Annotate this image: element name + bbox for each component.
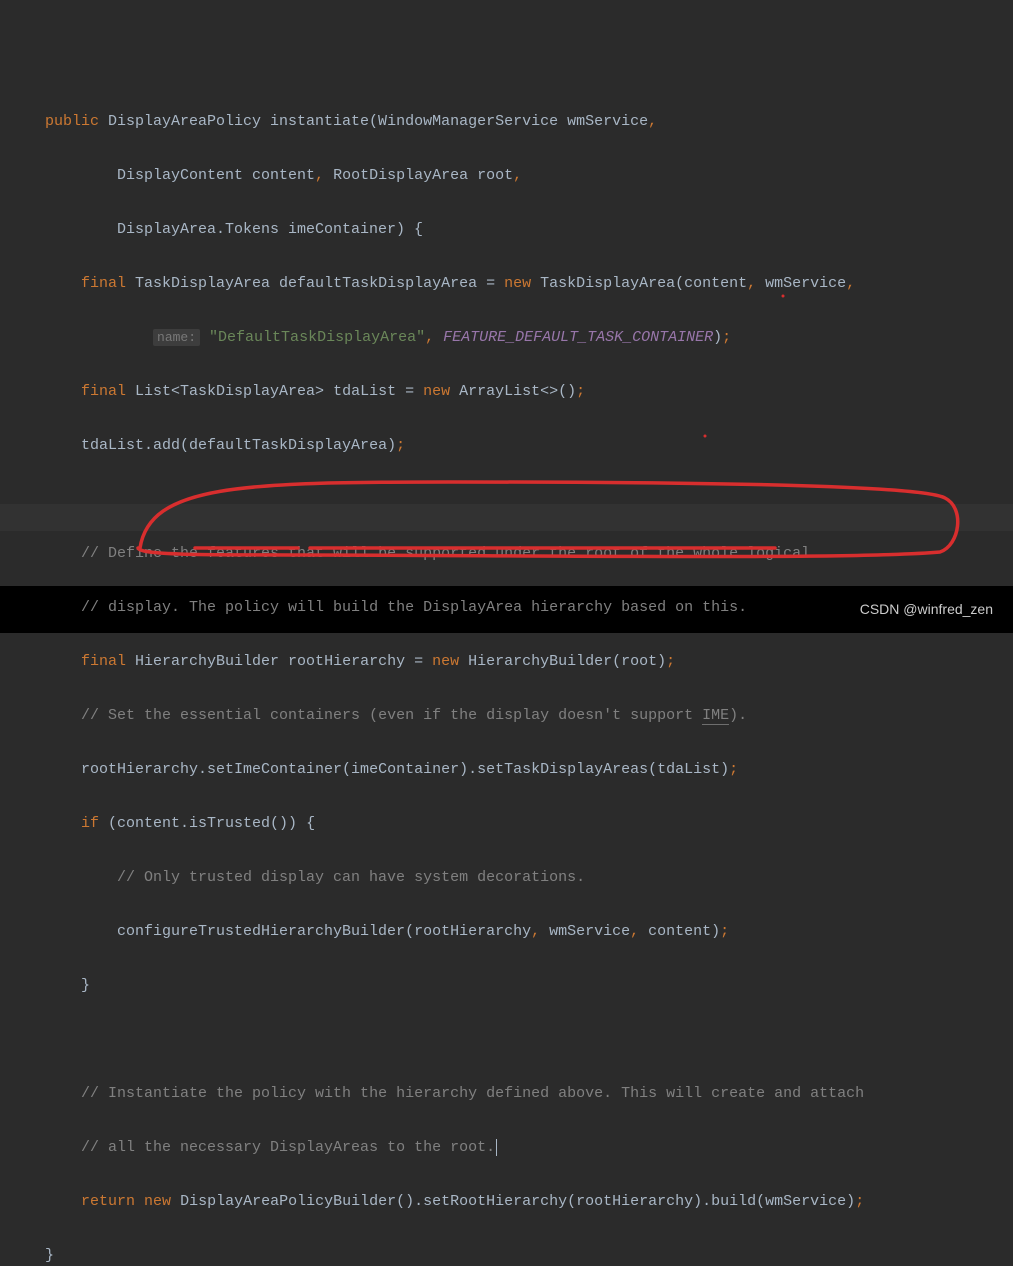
code-text: tdaList.add(defaultTaskDisplayArea)	[81, 437, 396, 454]
code-line: // Define the features that will be supp…	[45, 540, 1013, 567]
keyword: if	[81, 815, 99, 832]
punct: ;	[576, 383, 585, 400]
code-text: RootDisplayArea root	[324, 167, 513, 184]
code-text: TaskDisplayArea(content	[531, 275, 747, 292]
keyword: new	[144, 1193, 171, 1210]
punct: ;	[855, 1193, 864, 1210]
code-text: List<TaskDisplayArea> tdaList =	[126, 383, 423, 400]
keyword: final	[81, 275, 126, 292]
code-line: public DisplayAreaPolicy instantiate(Win…	[45, 108, 1013, 135]
punct: ;	[729, 761, 738, 778]
code-line: final List<TaskDisplayArea> tdaList = ne…	[45, 378, 1013, 405]
keyword: final	[81, 383, 126, 400]
code-line: return new DisplayAreaPolicyBuilder().se…	[45, 1188, 1013, 1215]
punct: )	[713, 329, 722, 346]
code-text: DisplayContent content	[45, 167, 315, 184]
punct: ,	[747, 275, 756, 292]
code-line: // Only trusted display can have system …	[45, 864, 1013, 891]
punct: ,	[846, 275, 855, 292]
code-line: name: "DefaultTaskDisplayArea", FEATURE_…	[45, 324, 1013, 351]
code-text: DisplayAreaPolicyBuilder().setRootHierar…	[171, 1193, 855, 1210]
code-line: }	[45, 1242, 1013, 1266]
punct: ,	[630, 923, 639, 940]
code-text: DisplayAreaPolicy instantiate(WindowMana…	[99, 113, 648, 130]
code-text: }	[45, 1247, 54, 1264]
code-text: configureTrustedHierarchyBuilder(rootHie…	[117, 923, 531, 940]
code-text: content)	[639, 923, 720, 940]
code-text	[135, 1193, 144, 1210]
keyword: public	[45, 113, 99, 130]
code-line: }	[45, 972, 1013, 999]
code-line: configureTrustedHierarchyBuilder(rootHie…	[45, 918, 1013, 945]
code-line: // Set the essential containers (even if…	[45, 702, 1013, 729]
comment-text: IME	[702, 707, 729, 725]
code-line: // all the necessary DisplayAreas to the…	[45, 1134, 1013, 1161]
code-text: HierarchyBuilder rootHierarchy =	[126, 653, 432, 670]
code-line: DisplayArea.Tokens imeContainer) {	[45, 216, 1013, 243]
punct: ;	[666, 653, 675, 670]
code-text: wmService	[756, 275, 846, 292]
code-text: HierarchyBuilder(root)	[459, 653, 666, 670]
code-text: (content.isTrusted()) {	[99, 815, 315, 832]
comment: // Instantiate the policy with the hiera…	[81, 1085, 864, 1102]
punct: ;	[722, 329, 731, 346]
code-editor[interactable]: public DisplayAreaPolicy instantiate(Win…	[0, 0, 1013, 1266]
punct: ;	[720, 923, 729, 940]
code-text: TaskDisplayArea defaultTaskDisplayArea =	[126, 275, 504, 292]
comment: // display. The policy will build the Di…	[81, 599, 747, 616]
comment: // Define the features that will be supp…	[81, 545, 810, 562]
keyword: new	[432, 653, 459, 670]
text-cursor	[496, 1139, 497, 1156]
punct: ,	[648, 113, 657, 130]
punct: ,	[513, 167, 522, 184]
code-text: ArrayList<>()	[450, 383, 576, 400]
keyword: return	[81, 1193, 135, 1210]
code-line: final HierarchyBuilder rootHierarchy = n…	[45, 648, 1013, 675]
comment-text: ).	[729, 707, 747, 724]
code-line: final TaskDisplayArea defaultTaskDisplay…	[45, 270, 1013, 297]
parameter-hint: name:	[153, 329, 200, 346]
code-line: if (content.isTrusted()) {	[45, 810, 1013, 837]
code-line	[45, 486, 1013, 513]
comment: // all the necessary DisplayAreas to the…	[81, 1139, 495, 1156]
code-text: wmService	[540, 923, 630, 940]
punct: ,	[315, 167, 324, 184]
code-content: public DisplayAreaPolicy instantiate(Win…	[45, 81, 1013, 1266]
constant: FEATURE_DEFAULT_TASK_CONTAINER	[434, 329, 713, 346]
punct: ;	[396, 437, 405, 454]
keyword: new	[423, 383, 450, 400]
code-line: DisplayContent content, RootDisplayArea …	[45, 162, 1013, 189]
comment: // Only trusted display can have system …	[117, 869, 585, 886]
code-text: DisplayArea.Tokens imeContainer) {	[45, 221, 423, 238]
comment: // Set the essential containers (even if…	[81, 707, 747, 725]
code-line: // display. The policy will build the Di…	[45, 594, 1013, 621]
keyword: new	[504, 275, 531, 292]
code-line: rootHierarchy.setImeContainer(imeContain…	[45, 756, 1013, 783]
code-text: }	[81, 977, 90, 994]
punct: ,	[531, 923, 540, 940]
code-text: rootHierarchy.setImeContainer(imeContain…	[81, 761, 729, 778]
punct: ,	[425, 329, 434, 346]
comment-text: // Set the essential containers (even if…	[81, 707, 702, 724]
keyword: final	[81, 653, 126, 670]
code-line	[45, 1026, 1013, 1053]
code-line: tdaList.add(defaultTaskDisplayArea);	[45, 432, 1013, 459]
string-literal: "DefaultTaskDisplayArea"	[200, 329, 425, 346]
code-line: // Instantiate the policy with the hiera…	[45, 1080, 1013, 1107]
